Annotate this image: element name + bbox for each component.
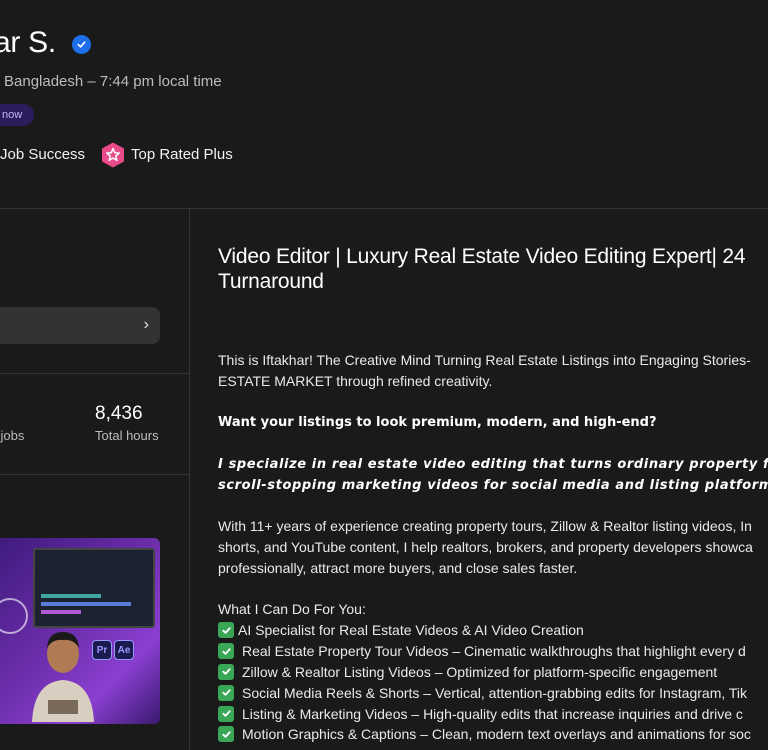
check-icon: [218, 622, 234, 639]
service-text: Motion Graphics & Captions – Clean, mode…: [242, 726, 751, 743]
editor-screen-graphic: [33, 548, 155, 628]
service-text: Real Estate Property Tour Videos – Cinem…: [242, 643, 746, 660]
list-item: Social Media Reels & Shorts – Vertical, …: [218, 682, 751, 703]
top-rated-icon: [102, 142, 124, 168]
check-icon: [218, 705, 234, 722]
premiere-icon: Pr: [92, 640, 112, 660]
paragraph-line: ESTATE MARKET through refined creativity…: [218, 373, 493, 389]
verified-icon: [72, 35, 91, 54]
paragraph-line: I specialize in real estate video editin…: [218, 457, 768, 472]
freelancer-name: ar S.: [0, 26, 56, 59]
total-jobs-label: l jobs: [0, 428, 25, 443]
location-time: Bangladesh – 7:44 pm local time: [4, 73, 222, 90]
paragraph-line: professionally, attract more buyers, and…: [218, 560, 578, 576]
list-item: Motion Graphics & Captions – Clean, mode…: [218, 724, 751, 745]
paragraph-line: shorts, and YouTube content, I help real…: [218, 539, 753, 555]
check-icon: [218, 663, 234, 680]
job-success-label: Job Success: [0, 146, 86, 163]
profile-title: Video Editor | Luxury Real Estate Video …: [218, 244, 768, 294]
sidebar-divider: [0, 474, 189, 475]
person-photo: [32, 632, 94, 722]
services-list: AI Specialist for Real Estate Videos & A…: [218, 620, 751, 745]
paragraph-line: With 11+ years of experience creating pr…: [218, 518, 752, 534]
service-text: Listing & Marketing Videos – High-qualit…: [242, 705, 743, 722]
intro-paragraph: This is Iftakhar! The Creative Mind Turn…: [218, 350, 751, 392]
experience-paragraph: With 11+ years of experience creating pr…: [218, 516, 753, 579]
chevron-right-icon: ›: [143, 316, 149, 333]
profile-title-line: Video Editor | Luxury Real Estate Video …: [218, 245, 746, 268]
profile-title-line: Turnaround: [218, 270, 324, 293]
list-item: AI Specialist for Real Estate Videos & A…: [218, 620, 751, 641]
specialize-paragraph: I specialize in real estate video editin…: [218, 454, 768, 496]
paragraph-line: scroll-stopping marketing videos for soc…: [218, 478, 768, 493]
check-icon: [218, 643, 234, 660]
after-effects-icon: Ae: [114, 640, 134, 660]
list-item: Real Estate Property Tour Videos – Cinem…: [218, 641, 751, 662]
portfolio-thumbnail[interactable]: Pr Ae: [0, 538, 160, 724]
header-divider: [0, 208, 768, 209]
total-hours-value: 8,436: [95, 403, 143, 424]
sidebar-divider: [0, 373, 189, 374]
paragraph-line: This is Iftakhar! The Creative Mind Turn…: [218, 352, 751, 368]
list-item: Listing & Marketing Videos – High-qualit…: [218, 703, 751, 724]
service-text: Zillow & Realtor Listing Videos – Optimi…: [242, 663, 718, 680]
question-line: Want your listings to look premium, mode…: [218, 415, 657, 430]
check-icon: [218, 726, 234, 743]
sidebar-link-button[interactable]: ›: [0, 307, 160, 344]
column-divider: [189, 208, 190, 750]
availability-badge[interactable]: now: [0, 104, 35, 126]
services-heading: What I Can Do For You:: [218, 601, 366, 617]
check-icon: [218, 684, 234, 701]
decorative-orb: [0, 598, 28, 634]
list-item: Zillow & Realtor Listing Videos – Optimi…: [218, 662, 751, 683]
service-text: Social Media Reels & Shorts – Vertical, …: [242, 684, 748, 701]
top-rated-label: Top Rated Plus: [131, 146, 233, 163]
total-hours-label: Total hours: [95, 428, 159, 443]
service-text: AI Specialist for Real Estate Videos & A…: [238, 622, 584, 639]
